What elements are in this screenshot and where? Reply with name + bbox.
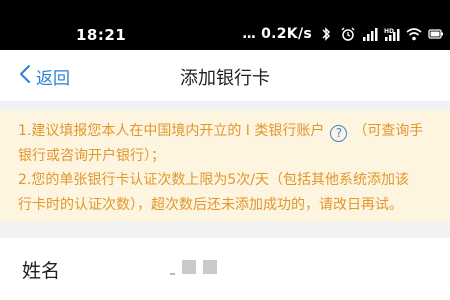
mask-block [182, 260, 196, 274]
wifi-icon [406, 26, 422, 42]
bluetooth-icon [318, 26, 334, 42]
notice-line-2: 银行或咨询开户银行）； [18, 147, 165, 164]
notice-line-1-tail: （可查询手 [353, 123, 424, 139]
battery-icon [428, 26, 444, 42]
status-bar: 18:21 ... 0.2K/s HD [0, 0, 450, 50]
status-indicators: ... 0.2K/s HD [242, 24, 444, 44]
svg-text:HD: HD [384, 28, 394, 35]
notice-line-3: 2.您的单张银行卡认证次数上限为5次/天（包括其他系统添加该 [18, 172, 409, 188]
notice-panel: 1.建议填报您本人在中国境内开立的 I 类银行账户? （可查询手 银行或咨询开户银… [0, 110, 450, 222]
nav-bar: 返回 添加银行卡 [0, 50, 450, 102]
name-value-masked [170, 257, 217, 277]
alarm-icon [340, 26, 356, 42]
signal-icon [362, 26, 378, 42]
page-title: 添加银行卡 [180, 68, 270, 89]
status-time: 18:21 [76, 26, 127, 44]
notice-line-1-text: 1.建议填报您本人在中国境内开立的 I 类银行账户 [18, 123, 325, 139]
mask-dot [170, 273, 175, 275]
form-card: 姓名 [0, 238, 450, 300]
help-icon[interactable]: ? [330, 125, 348, 142]
status-dots: ... [242, 26, 256, 42]
mask-block [203, 260, 217, 274]
notice-line-1: 1.建议填报您本人在中国境内开立的 I 类银行账户? （可查询手 [18, 119, 450, 144]
network-speed: 0.2K/s [261, 26, 312, 42]
hd-signal-icon: HD [384, 26, 400, 42]
name-label: 姓名 [22, 260, 61, 282]
notice-line-4: 行卡时的认证次数），超次数后还未添加成功的，请改日再试。 [18, 196, 403, 213]
